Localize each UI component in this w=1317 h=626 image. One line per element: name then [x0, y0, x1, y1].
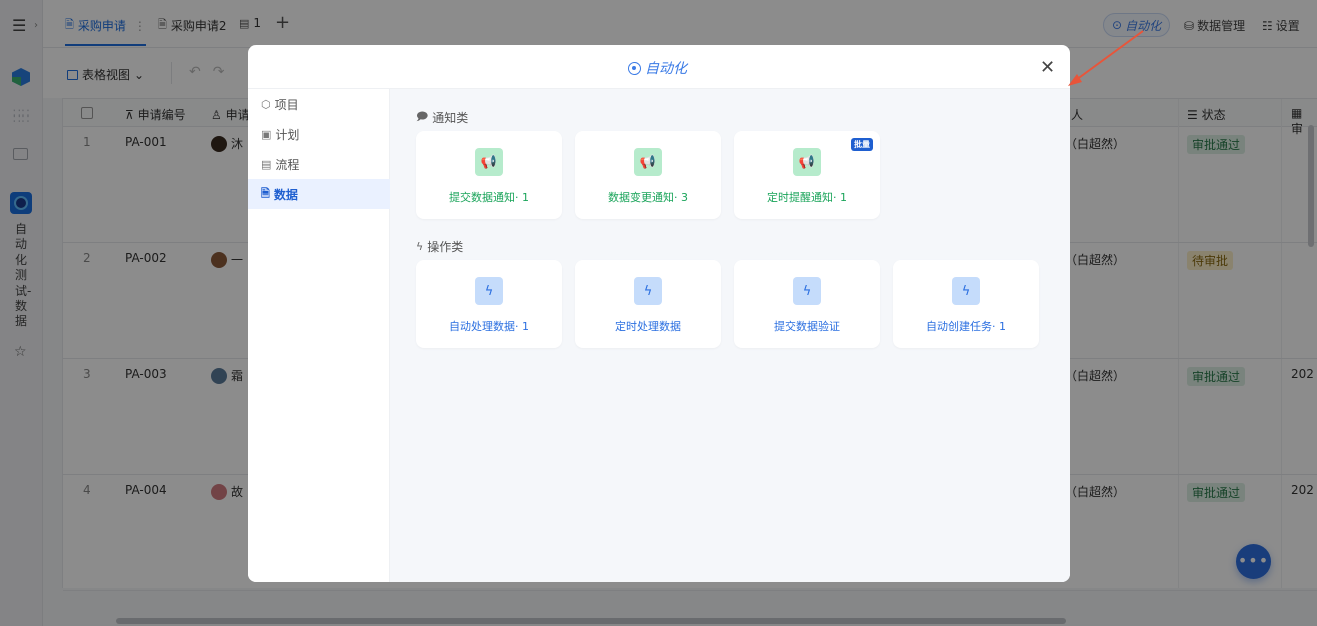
annotation-arrow — [1068, 30, 1144, 86]
